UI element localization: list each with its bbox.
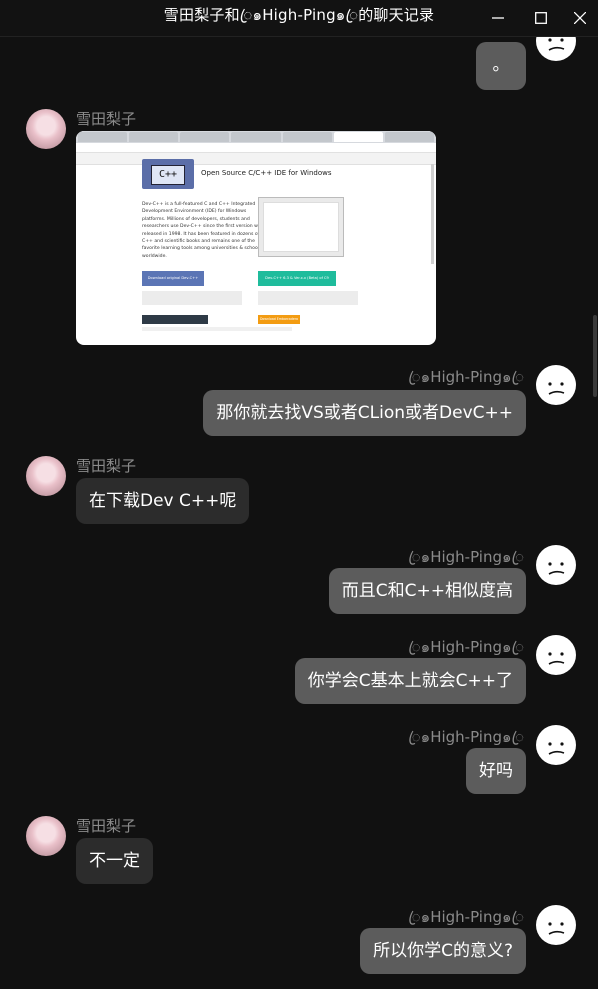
sender-name: 雪田梨子 [76,817,137,835]
window-title: 雪田梨子和ꦿ๑High-Ping๑ꦿ的聊天记录 [163,5,435,24]
neutral-face-icon [548,652,565,665]
sender-name: 雪田梨子 [76,110,137,128]
title-bar: 雪田梨子和ꦿ๑High-Ping๑ꦿ的聊天记录 [0,0,598,37]
avatar[interactable] [536,545,576,585]
message-bubble[interactable]: 你学会C基本上就会C++了 [294,658,526,704]
message-bubble[interactable]: 而且C和C++相似度高 [328,568,526,614]
message-bubble[interactable]: 在下载Dev C++呢 [76,478,250,524]
message-bubble[interactable]: 所以你学C的意义? [360,928,526,974]
ide-screenshot [258,197,344,257]
sender-name: 雪田梨子 [76,457,137,475]
maximize-button[interactable] [521,0,561,36]
message-bubble[interactable]: 好吗 [466,748,526,794]
footer-button: Download Embarcadero [258,315,300,324]
avatar[interactable] [26,816,66,856]
message-bubble[interactable]: 。 [476,42,526,90]
minimize-button[interactable] [478,0,518,36]
image-description: Dev-C++ is a full-featured C and C++ Int… [142,202,264,259]
neutral-face-icon [548,922,565,935]
close-icon [574,12,586,24]
neutral-face-icon [548,38,565,51]
message-bubble[interactable]: 不一定 [76,838,153,884]
minimize-icon [492,17,504,19]
avatar[interactable] [536,635,576,675]
avatar[interactable] [26,109,66,149]
image-message[interactable]: C++ Open Source C/C++ IDE for Windows De… [76,131,436,345]
neutral-face-icon [548,382,565,395]
message-bubble[interactable]: 那你就去找VS或者CLion或者DevC++ [203,390,526,436]
chat-history[interactable]: 。 雪田梨子 C++ Open Source C/C++ IDE for Win… [0,37,598,989]
download-right-button: Dev-C++ 6.3 & Ver.x.x (Beta) of C9 [258,271,336,286]
avatar[interactable] [536,365,576,405]
devcpp-logo: C++ [142,159,194,189]
close-button[interactable] [560,0,598,36]
maximize-icon [535,12,547,24]
scrollbar-thumb[interactable] [593,315,597,397]
download-left-button: Download original Dev-C++ [142,271,204,286]
avatar[interactable] [536,905,576,945]
avatar[interactable] [536,725,576,765]
neutral-face-icon [548,562,565,575]
neutral-face-icon [548,742,565,755]
avatar[interactable] [26,456,66,496]
image-heading: Open Source C/C++ IDE for Windows [201,169,332,177]
avatar[interactable] [536,37,576,61]
